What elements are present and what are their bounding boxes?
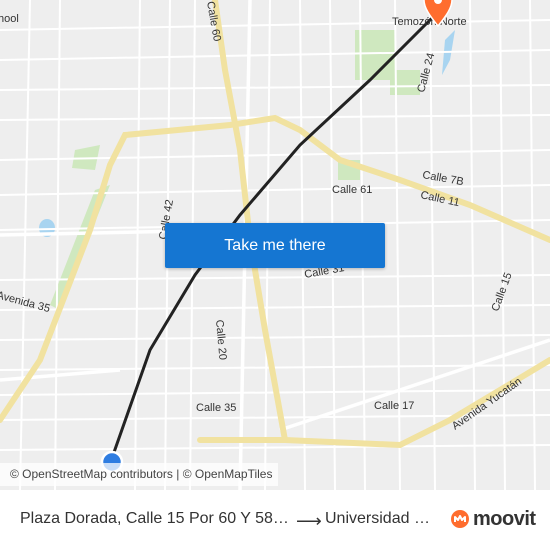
route-footer: Plaza Dorada, Calle 15 Por 60 Y 58 Aveni… xyxy=(0,490,550,550)
street-label-calle-35: Calle 35 xyxy=(196,402,236,414)
street-label-avenida-35: Avenida 35 xyxy=(0,289,51,315)
map-attribution[interactable]: © OpenStreetMap contributors | © OpenMap… xyxy=(0,463,279,486)
place-label-temozon-norte: Temozón Norte xyxy=(392,16,467,28)
street-label-calle-61: Calle 61 xyxy=(332,184,372,196)
take-me-there-button[interactable]: Take me there xyxy=(165,223,385,268)
moovit-wordmark: moovit xyxy=(473,507,536,530)
street-label-calle-7b: Calle 7B xyxy=(421,169,464,188)
origin-name: Plaza Dorada, Calle 15 Por 60 Y 58 Aveni… xyxy=(20,510,290,527)
street-label-avenida-yucatan: Avenida Yucatán xyxy=(450,375,524,432)
street-label-calle-11: Calle 11 xyxy=(419,189,460,209)
moovit-logo[interactable]: moovit xyxy=(450,507,536,531)
street-label-calle-15: Calle 15 xyxy=(490,271,515,313)
moovit-logo-icon xyxy=(451,510,469,528)
street-label-calle-20: Calle 20 xyxy=(213,319,228,360)
street-label-calle-17: Calle 17 xyxy=(374,400,414,412)
street-label-calle-60: Calle 60 xyxy=(204,0,223,42)
destination-name: Universidad Cumbres xyxy=(325,510,440,527)
place-label-school: hool xyxy=(0,13,19,25)
arrow-right-icon: ⟶ xyxy=(296,511,322,531)
